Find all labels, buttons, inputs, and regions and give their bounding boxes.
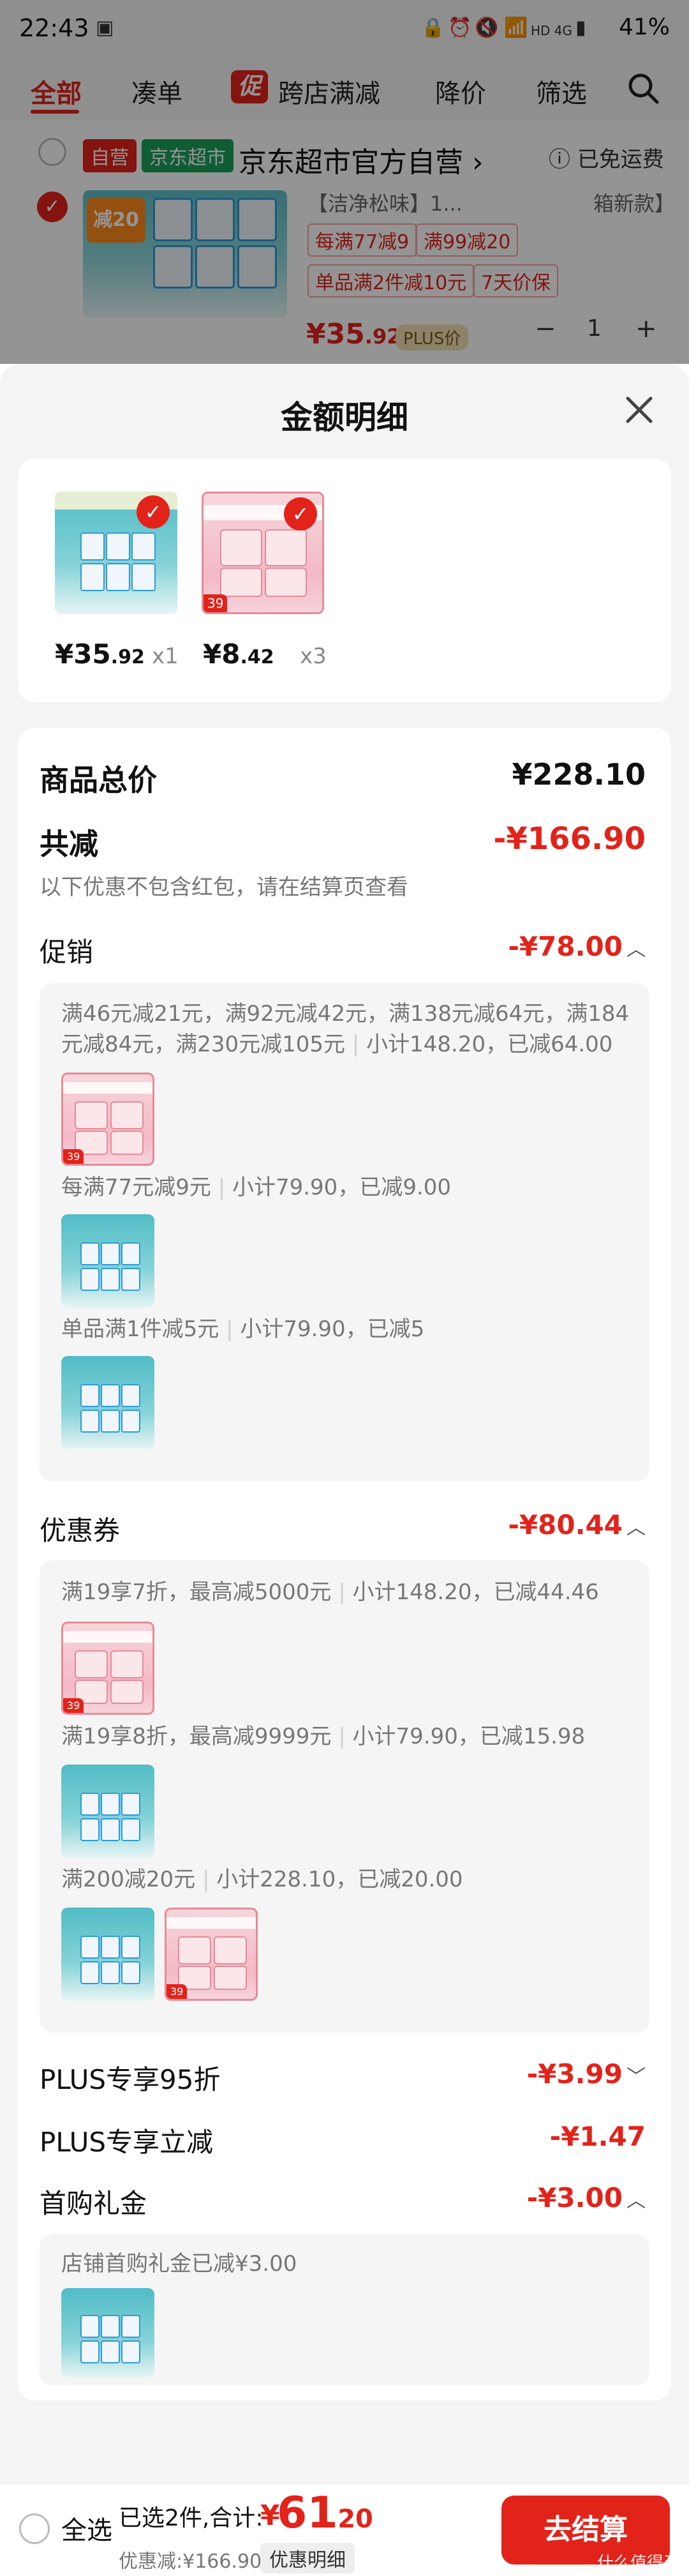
selected-items-card: ✓ ¥35.92 x1 39 ✓ ¥8.42 x3 — [18, 458, 671, 702]
total-label: 商品总价 — [40, 763, 157, 797]
promo-rule-3: 单品满1件减5元 | 小计79.90，已减5 — [61, 1316, 425, 1342]
coupon-rule-3: 满200减20元 | 小计228.10，已减20.00 — [61, 1867, 463, 1892]
price-breakdown-card: 商品总价 ¥228.10 共减 -¥166.90 以下优惠不包含红包，请在结算页… — [18, 728, 671, 2400]
product-thumbnail: ✓ — [55, 492, 177, 614]
product-thumbnail — [61, 1214, 154, 1307]
coupon-rule-2: 满19享8折，最高减9999元 | 小计79.90，已减15.98 — [61, 1724, 586, 1749]
discount-detail-button[interactable]: 优惠明细 — [260, 2543, 355, 2573]
chevron-up-icon: ︿ — [626, 1517, 646, 1539]
product-thumbnail — [61, 1908, 154, 2001]
item-quantity: x1 — [152, 644, 179, 669]
product-thumbnail — [61, 1765, 154, 1858]
firstbuy-detail-box: 店铺首购礼金已减¥3.00 — [40, 2234, 649, 2385]
discount-summary: 优惠减:¥166.90 — [119, 2550, 262, 2573]
sheet-title: 金额明细 — [281, 399, 408, 436]
amount-detail-sheet: 金额明细 ✓ ¥35.92 x1 39 ✓ ¥8.42 x3 商品总价 ¥228… — [0, 364, 689, 2490]
product-thumbnail: 39 ✓ — [202, 492, 324, 614]
close-icon[interactable] — [619, 389, 660, 430]
coupon-toggle[interactable]: -¥80.44 ︿ — [508, 1509, 646, 1540]
chevron-up-icon: ︿ — [626, 938, 646, 961]
promo-toggle[interactable]: -¥78.00 ︿ — [508, 931, 646, 962]
plusreduce-label: PLUS专享立减 — [40, 2127, 214, 2158]
item-unit-price: ¥35.92 — [55, 638, 145, 670]
product-thumbnail: 39 — [165, 1908, 258, 2001]
product-thumbnail: 39 — [61, 1622, 154, 1715]
promo-rule-1: 满46元减21元，满92元减42元，满138元减64元，满184 元减84元，满… — [61, 1001, 630, 1057]
chevron-up-icon: ︿ — [626, 2190, 646, 2212]
product-thumbnail: 39 — [61, 1073, 154, 1166]
firstbuy-label: 首购礼金 — [40, 2188, 147, 2219]
total-amount-decimal: .20 — [328, 2504, 373, 2534]
plus95-label: PLUS专享95折 — [40, 2064, 221, 2095]
item-quantity: x3 — [300, 644, 327, 669]
price-badge: 39 — [63, 1698, 84, 1713]
reduce-note: 以下优惠不包含红包，请在结算页查看 — [40, 875, 408, 900]
product-thumbnail — [61, 2288, 154, 2377]
select-all-checkbox[interactable] — [19, 2513, 50, 2544]
dim-overlay[interactable] — [0, 0, 689, 364]
select-all-label[interactable]: 全选 — [61, 2510, 112, 2547]
promo-detail-box: 满46元减21元，满92元减42元，满138元减64元，满184 元减84元，满… — [40, 983, 649, 1481]
promo-rule-2: 每满77元减9元 | 小计79.90，已减9.00 — [61, 1175, 452, 1200]
checkout-bar: 全选 已选2件,合计: ¥ 61 .20 优惠减:¥166.90 优惠明细 去结… — [0, 2483, 689, 2576]
watermark-text: 什么值得买 — [596, 2554, 680, 2573]
promo-label: 促销 — [40, 937, 94, 968]
product-thumbnail — [61, 1356, 154, 1449]
coupon-label: 优惠券 — [40, 1515, 121, 1546]
reduce-label: 共减 — [40, 827, 98, 861]
firstbuy-toggle[interactable]: -¥3.00 ︿ — [527, 2182, 646, 2213]
selected-check-icon: ✓ — [284, 497, 317, 531]
price-badge: 39 — [204, 594, 228, 612]
total-value: ¥228.10 — [512, 757, 646, 792]
price-badge: 39 — [63, 1149, 84, 1164]
coupon-detail-box: 满19享7折，最高减5000元 | 小计148.20，已减44.46 39 满1… — [40, 1560, 649, 2033]
firstbuy-rule: 店铺首购礼金已减¥3.00 — [61, 2251, 297, 2277]
coupon-rule-1: 满19享7折，最高减5000元 | 小计148.20，已减44.46 — [61, 1579, 599, 1605]
price-badge: 39 — [167, 1984, 188, 1999]
chevron-down-icon: ﹀ — [626, 2066, 646, 2088]
selected-check-icon: ✓ — [137, 495, 170, 529]
selected-summary: 已选2件,合计: — [119, 2505, 263, 2531]
plus95-toggle[interactable]: -¥3.99 ﹀ — [527, 2058, 646, 2090]
reduce-value: -¥166.90 — [493, 821, 646, 857]
item-unit-price: ¥8.42 — [203, 638, 274, 670]
plusreduce-value: -¥1.47 — [549, 2121, 646, 2152]
